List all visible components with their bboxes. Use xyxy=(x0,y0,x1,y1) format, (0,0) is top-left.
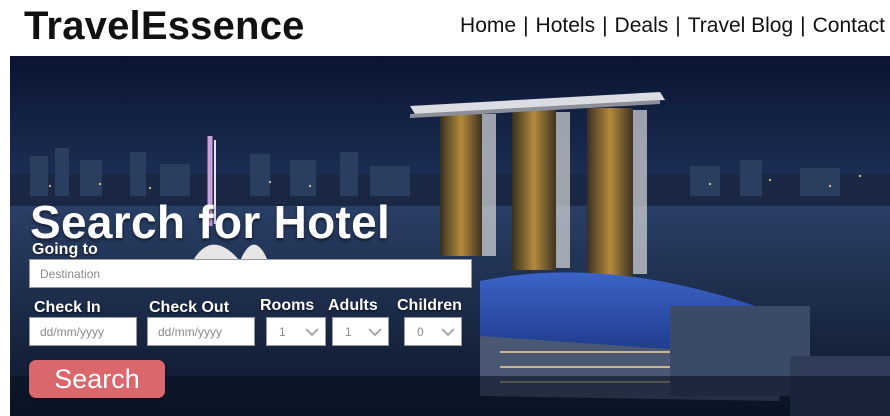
adults-select[interactable]: 1 xyxy=(332,317,389,346)
nav-home[interactable]: Home xyxy=(460,12,516,40)
adults-value: 1 xyxy=(345,324,352,339)
adults-label: Adults xyxy=(328,297,378,314)
nav-separator: | xyxy=(675,14,681,37)
chevron-down-icon xyxy=(305,327,319,336)
nav-hotels[interactable]: Hotels xyxy=(536,12,596,40)
check-in-input[interactable]: dd/mm/yyyy xyxy=(29,317,137,346)
check-out-label: Check Out xyxy=(149,299,230,316)
check-in-label: Check In xyxy=(34,299,101,316)
chevron-down-icon xyxy=(368,327,382,336)
main-nav: Home | Hotels | Deals | Travel Blog | Co… xyxy=(460,12,885,40)
nav-separator: | xyxy=(523,14,529,37)
nav-separator: | xyxy=(602,14,608,37)
nav-separator: | xyxy=(800,14,806,37)
hero-banner: Search for Hotel Going to Destination Ch… xyxy=(10,56,890,416)
search-button[interactable]: Search xyxy=(29,360,165,398)
nav-deals[interactable]: Deals xyxy=(615,12,669,40)
site-logo[interactable]: TravelEssence xyxy=(24,2,305,50)
rooms-label: Rooms xyxy=(260,297,315,314)
rooms-value: 1 xyxy=(279,324,286,339)
check-out-input[interactable]: dd/mm/yyyy xyxy=(147,317,255,346)
children-value: 0 xyxy=(417,324,424,339)
destination-input[interactable]: Destination xyxy=(29,259,472,288)
rooms-select[interactable]: 1 xyxy=(266,317,326,346)
nav-contact[interactable]: Contact xyxy=(813,12,885,40)
children-select[interactable]: 0 xyxy=(404,317,462,346)
chevron-down-icon xyxy=(441,327,455,336)
going-to-label: Going to xyxy=(32,241,98,258)
children-label: Children xyxy=(397,297,462,314)
nav-travel-blog[interactable]: Travel Blog xyxy=(688,12,793,40)
